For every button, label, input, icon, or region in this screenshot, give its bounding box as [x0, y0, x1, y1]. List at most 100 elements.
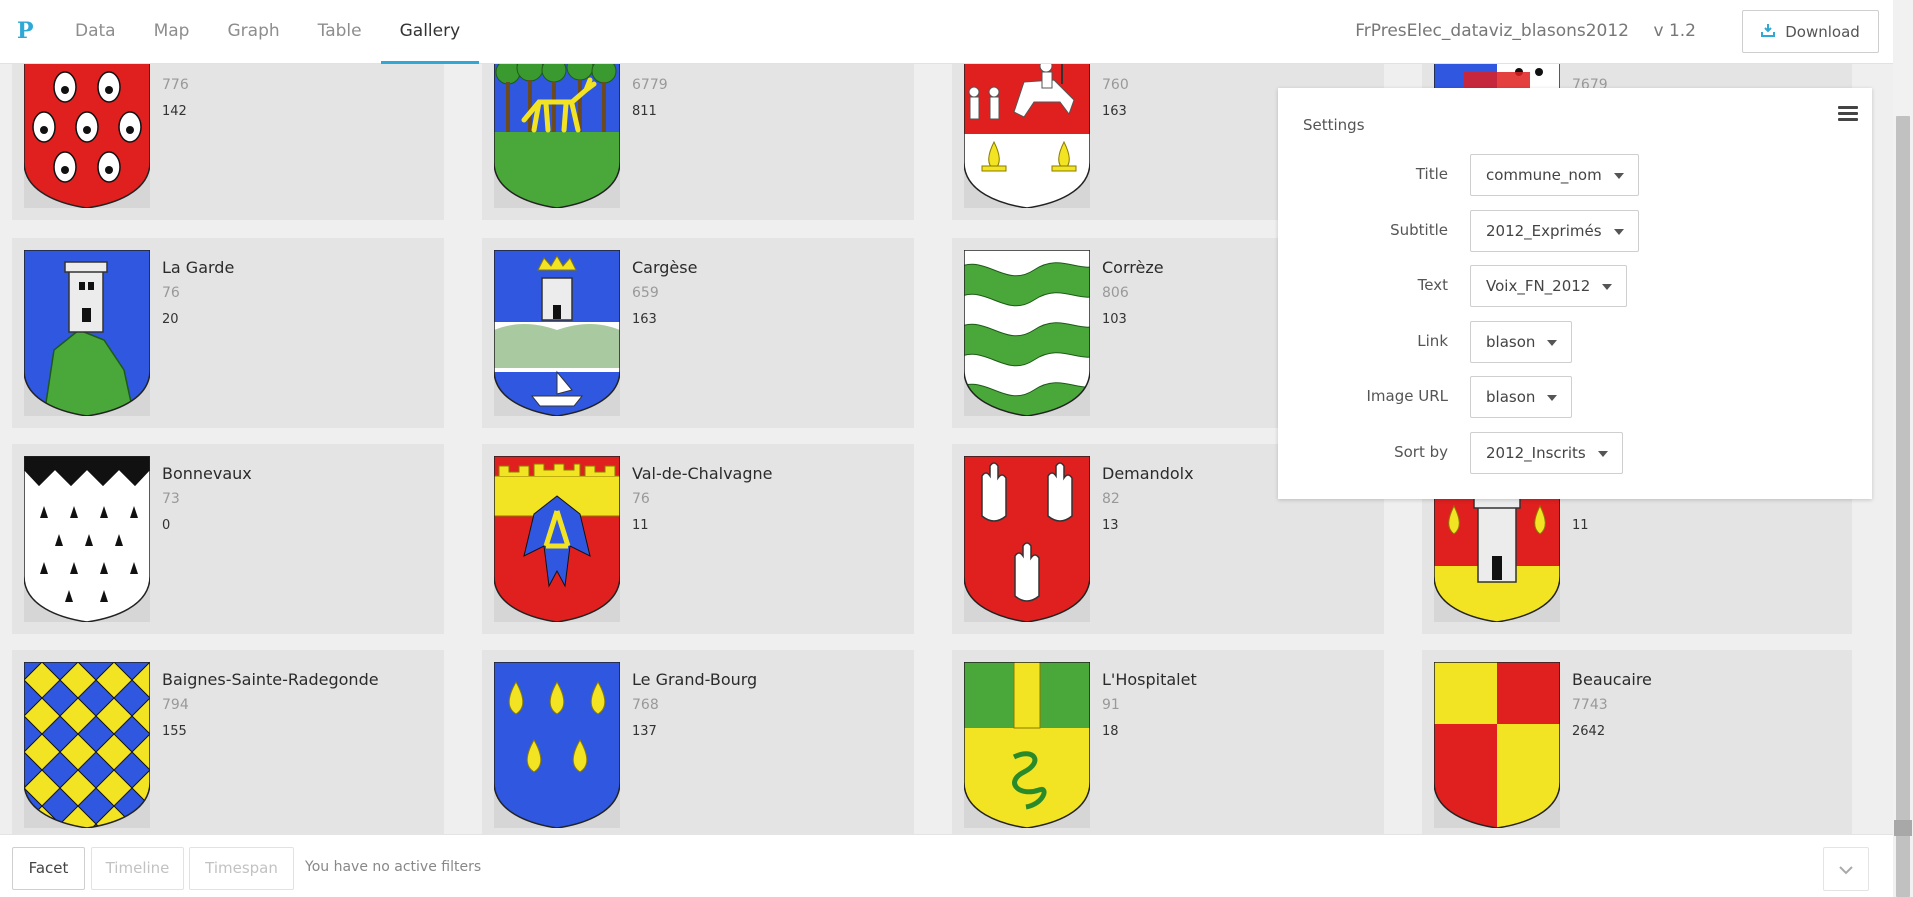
- card-subtitle: 73: [162, 491, 180, 507]
- settings-row-link: Link blason: [1278, 321, 1872, 363]
- main-nav: Data Map Graph Table Gallery: [56, 0, 480, 64]
- scrollbar-thumb[interactable]: [1896, 116, 1910, 897]
- card-title: Cargèse: [632, 258, 698, 277]
- card-text: 11: [632, 518, 649, 533]
- settings-label: Sort by: [1394, 443, 1448, 461]
- settings-label: Subtitle: [1390, 221, 1448, 239]
- settings-label: Title: [1415, 165, 1448, 183]
- top-navigation-bar: P Data Map Graph Table Gallery FrPresEle…: [0, 0, 1893, 64]
- card-text: 18: [1102, 724, 1119, 739]
- settings-title: Settings: [1303, 116, 1365, 134]
- settings-row-subtitle: Subtitle 2012_Exprimés: [1278, 210, 1872, 252]
- card-text: 2642: [1572, 724, 1606, 739]
- card-text: 0: [162, 518, 171, 533]
- filter-status: You have no active filters: [305, 859, 482, 875]
- filter-bar: Facet Timeline Timespan You have no acti…: [0, 834, 1893, 897]
- card-text: 811: [632, 104, 657, 119]
- card-title: L'Hospitalet: [1102, 670, 1197, 689]
- card-subtitle: 806: [1102, 285, 1129, 301]
- gallery-card[interactable]: Baignes-Sainte-Radegonde 794 155: [12, 650, 444, 834]
- blazon-image[interactable]: [964, 42, 1090, 208]
- facet-button[interactable]: Facet: [12, 847, 85, 890]
- tab-graph[interactable]: Graph: [208, 0, 298, 64]
- timeline-button[interactable]: Timeline: [91, 847, 184, 890]
- blazon-image[interactable]: [494, 662, 620, 828]
- card-text: 13: [1102, 518, 1119, 533]
- settings-row-sort-by: Sort by 2012_Inscrits: [1278, 432, 1872, 474]
- tab-data[interactable]: Data: [56, 0, 135, 64]
- card-title: La Garde: [162, 258, 235, 277]
- card-subtitle: 91: [1102, 697, 1120, 713]
- gallery-card[interactable]: Cargèse 659 163: [482, 238, 914, 428]
- download-label: Download: [1785, 22, 1860, 41]
- card-title: Baignes-Sainte-Radegonde: [162, 670, 379, 689]
- card-subtitle: 760: [1102, 77, 1129, 93]
- card-title: Val-de-Chalvagne: [632, 464, 773, 483]
- image-url-select[interactable]: blason: [1470, 376, 1573, 418]
- tab-gallery[interactable]: Gallery: [380, 0, 480, 64]
- settings-panel: Settings Title commune_nom Subtitle 2012…: [1278, 88, 1872, 499]
- scroll-down-arrow[interactable]: [1894, 820, 1912, 836]
- blazon-image[interactable]: [964, 456, 1090, 622]
- card-text: 163: [1102, 104, 1127, 119]
- settings-row-image-url: Image URL blason: [1278, 376, 1872, 418]
- card-title: Demandolx: [1102, 464, 1194, 483]
- page-scrollbar[interactable]: [1893, 0, 1913, 897]
- settings-label: Link: [1417, 332, 1448, 350]
- timespan-button[interactable]: Timespan: [189, 847, 294, 890]
- tab-map[interactable]: Map: [135, 0, 209, 64]
- card-subtitle: 768: [632, 697, 659, 713]
- blazon-image[interactable]: [494, 250, 620, 416]
- card-subtitle: 82: [1102, 491, 1120, 507]
- blazon-image[interactable]: [24, 250, 150, 416]
- download-button[interactable]: Download: [1742, 10, 1879, 53]
- card-subtitle: 659: [632, 285, 659, 301]
- gallery-card[interactable]: Bonnevaux 73 0: [12, 444, 444, 634]
- hamburger-menu-icon[interactable]: [1838, 106, 1858, 124]
- app-version: v 1.2: [1653, 21, 1697, 41]
- text-select[interactable]: Voix_FN_2012: [1470, 265, 1628, 307]
- chevron-down-icon: [1838, 860, 1854, 879]
- gallery-card[interactable]: Val-de-Chalvagne 76 11: [482, 444, 914, 634]
- blazon-image[interactable]: [24, 662, 150, 828]
- card-title: Beaucaire: [1572, 670, 1652, 689]
- card-title: Bonnevaux: [162, 464, 252, 483]
- blazon-image[interactable]: [1434, 662, 1560, 828]
- collapse-filters-button[interactable]: [1823, 847, 1869, 891]
- title-select[interactable]: commune_nom: [1470, 154, 1639, 196]
- tab-table[interactable]: Table: [299, 0, 381, 64]
- card-text: 142: [162, 104, 187, 119]
- gallery-card[interactable]: La Garde 76 20: [12, 238, 444, 428]
- subtitle-select[interactable]: 2012_Exprimés: [1470, 210, 1639, 252]
- settings-label: Text: [1417, 276, 1448, 294]
- sort-by-select[interactable]: 2012_Inscrits: [1470, 432, 1623, 474]
- blazon-image[interactable]: [24, 42, 150, 208]
- card-subtitle: 76: [632, 491, 650, 507]
- card-subtitle: 6779: [632, 77, 668, 93]
- card-text: 137: [632, 724, 657, 739]
- blazon-image[interactable]: [494, 456, 620, 622]
- gallery-card[interactable]: Le Grand-Bourg 768 137: [482, 650, 914, 834]
- app-logo[interactable]: P: [17, 18, 34, 44]
- dataset-filename: FrPresElec_dataviz_blasons2012: [1355, 21, 1629, 41]
- card-title: Le Grand-Bourg: [632, 670, 758, 689]
- card-text: 11: [1572, 518, 1589, 533]
- settings-label: Image URL: [1366, 387, 1448, 405]
- settings-row-title: Title commune_nom: [1278, 154, 1872, 196]
- card-text: 103: [1102, 312, 1127, 327]
- card-subtitle: 776: [162, 77, 189, 93]
- card-subtitle: 7743: [1572, 697, 1608, 713]
- blazon-image[interactable]: [494, 42, 620, 208]
- settings-row-text: Text Voix_FN_2012: [1278, 265, 1872, 307]
- gallery-card[interactable]: Beaucaire 7743 2642: [1422, 650, 1852, 834]
- card-text: 20: [162, 312, 179, 327]
- gallery-card[interactable]: L'Hospitalet 91 18: [952, 650, 1384, 834]
- card-subtitle: 76: [162, 285, 180, 301]
- card-subtitle: 794: [162, 697, 189, 713]
- blazon-image[interactable]: [24, 456, 150, 622]
- link-select[interactable]: blason: [1470, 321, 1573, 363]
- blazon-image[interactable]: [964, 250, 1090, 416]
- card-text: 155: [162, 724, 187, 739]
- blazon-image[interactable]: [964, 662, 1090, 828]
- card-text: 163: [632, 312, 657, 327]
